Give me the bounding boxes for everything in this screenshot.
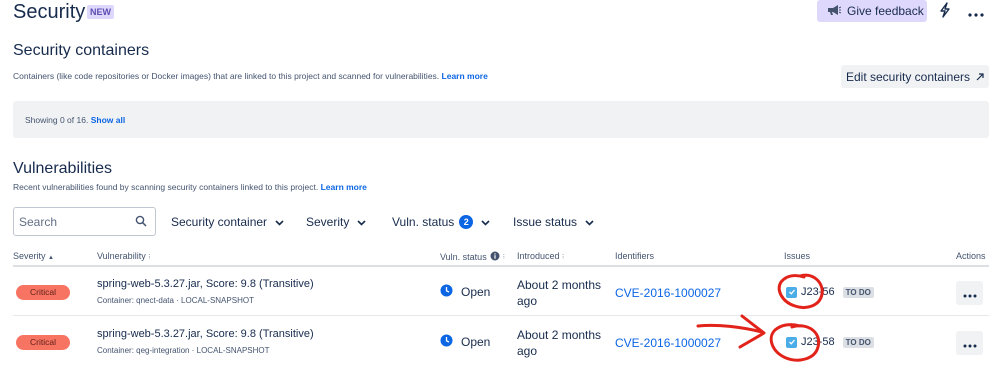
row-divider [13, 315, 989, 316]
security-containers-heading: Security containers [13, 42, 150, 59]
give-feedback-button[interactable]: Give feedback [817, 0, 927, 22]
chevron-down-icon [481, 215, 490, 229]
security-containers-description-text: Containers (like code repositories or Do… [13, 71, 440, 81]
issue-status-badge: TO DO [842, 286, 874, 298]
vulnerabilities-description-text: Recent vulnerabilities found by scanning… [13, 182, 319, 192]
severity-badge: Critical [16, 335, 70, 350]
column-header-actions: Actions [956, 251, 986, 261]
table-header-divider [13, 265, 989, 267]
column-header-severity[interactable]: Severity ▲ [13, 251, 54, 261]
column-header-severity-label: Severity [13, 251, 46, 261]
column-header-issues: Issues [784, 251, 811, 261]
vuln-status-cell: Open [440, 334, 490, 350]
containers-learn-more-link[interactable]: Learn more [442, 71, 488, 81]
introduced-date: About 2 months ago [517, 328, 602, 358]
chevron-down-icon [275, 215, 284, 229]
vulnerability-name[interactable]: spring-web-5.3.27.jar, Score: 9.8 (Trans… [97, 328, 314, 340]
column-header-vulnerability-label: Vulnerability [97, 251, 146, 261]
vuln-status-label: Open [461, 285, 491, 299]
search-field[interactable] [13, 207, 156, 236]
column-header-vuln-status-label: Vuln. status [440, 252, 487, 262]
task-icon [786, 286, 797, 298]
severity-filter[interactable]: Severity [306, 213, 366, 231]
vuln-status-count-badge: 2 [459, 215, 474, 229]
issue-link[interactable]: J23-56 TO DO [786, 286, 874, 298]
external-link-icon [976, 70, 984, 84]
sort-icon: ⁝ [148, 254, 151, 261]
column-header-introduced[interactable]: Introduced ⁝ [517, 251, 564, 261]
vulnerability-container: Container: qnect-data · LOCAL-SNAPSHOT [97, 296, 254, 305]
edit-security-containers-label: Edit security containers [845, 69, 971, 84]
vuln-status-label: Open [461, 335, 491, 349]
chevron-down-icon [357, 215, 366, 229]
row-actions-button[interactable] [956, 281, 983, 305]
show-all-link[interactable]: Show all [91, 115, 125, 125]
give-feedback-label: Give feedback [847, 4, 924, 18]
vulnerabilities-learn-more-link[interactable]: Learn more [321, 182, 367, 192]
column-header-vuln-status[interactable]: Vuln. status ⁝ [440, 251, 505, 263]
chevron-down-icon [585, 215, 594, 229]
severity-filter-label: Severity [306, 215, 350, 229]
sort-ascending-icon: ▲ [48, 255, 54, 261]
severity-badge: Critical [16, 285, 70, 300]
row-actions-button[interactable] [956, 331, 983, 355]
showing-count: Showing 0 of 16. [25, 115, 89, 125]
containers-summary-text: Showing 0 of 16. Show all [25, 115, 125, 125]
more-actions-button[interactable] [964, 1, 988, 23]
annotation-arrow [696, 323, 764, 334]
new-badge: NEW [87, 5, 114, 19]
more-icon [963, 336, 977, 351]
search-icon [135, 215, 147, 230]
page-title: Security [13, 1, 86, 23]
issue-key[interactable]: J23-58 [801, 336, 835, 348]
security-container-filter-label: Security container [171, 215, 268, 229]
more-icon [963, 286, 977, 301]
column-header-identifiers: Identifiers [615, 251, 655, 261]
lightning-icon [939, 1, 951, 21]
vuln-status-filter-label: Vuln. status [392, 215, 455, 229]
issue-status-filter-label: Issue status [513, 215, 578, 229]
sort-icon: ⁝ [502, 254, 505, 261]
clock-icon [440, 284, 453, 300]
column-header-vulnerability[interactable]: Vulnerability ⁝ [97, 251, 150, 261]
vuln-status-filter[interactable]: Vuln. status 2 [392, 213, 490, 231]
vulnerabilities-heading: Vulnerabilities [13, 160, 113, 177]
annotation-arrowhead [738, 314, 766, 349]
sort-icon: ⁝ [562, 254, 565, 261]
column-header-introduced-label: Introduced [517, 251, 560, 261]
lightning-button[interactable] [934, 0, 956, 22]
megaphone-icon [827, 4, 842, 19]
issue-key[interactable]: J23-56 [801, 286, 835, 298]
vulnerability-container: Container: qeg-integration · LOCAL-SNAPS… [97, 346, 270, 355]
vulnerabilities-description: Recent vulnerabilities found by scanning… [13, 182, 367, 192]
issue-link[interactable]: J23-58 TO DO [786, 336, 874, 348]
issue-status-badge: TO DO [842, 336, 874, 348]
search-input[interactable] [19, 214, 129, 230]
security-container-filter[interactable]: Security container [171, 213, 284, 231]
vulnerability-name[interactable]: spring-web-5.3.27.jar, Score: 9.8 (Trans… [97, 278, 314, 290]
task-icon [786, 336, 797, 348]
introduced-date: About 2 months ago [517, 278, 602, 308]
containers-summary-panel: Showing 0 of 16. Show all [13, 101, 989, 138]
vuln-status-cell: Open [440, 284, 490, 300]
edit-security-containers-button[interactable]: Edit security containers [841, 65, 989, 88]
info-icon[interactable] [490, 251, 500, 263]
issue-status-filter[interactable]: Issue status [513, 213, 594, 231]
cve-identifier-link[interactable]: CVE-2016-1000027 [615, 286, 721, 300]
security-containers-description: Containers (like code repositories or Do… [13, 71, 488, 81]
cve-identifier-link[interactable]: CVE-2016-1000027 [615, 336, 721, 350]
clock-icon [440, 334, 453, 350]
more-icon [968, 5, 984, 20]
